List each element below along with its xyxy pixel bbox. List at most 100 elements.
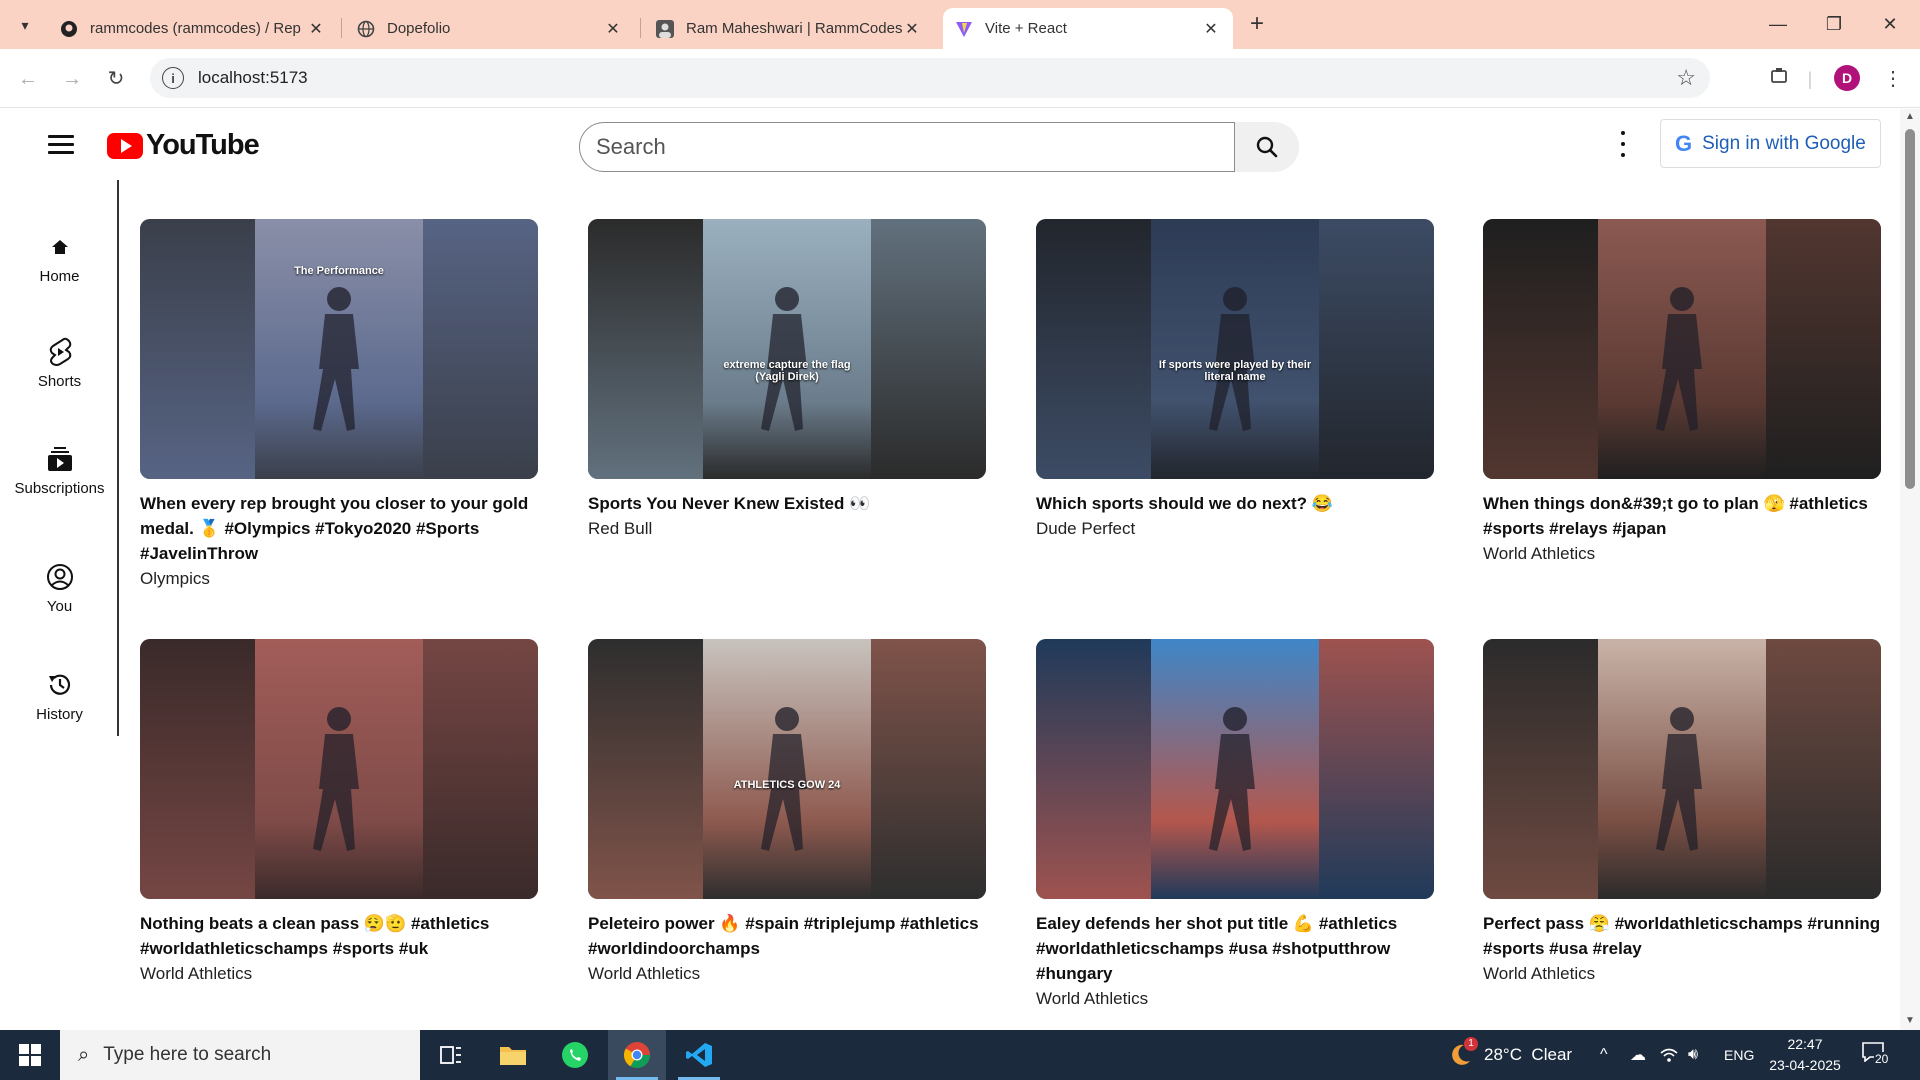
file-explorer-button[interactable] [484,1030,542,1080]
browser-tab-dopefolio[interactable]: Dopefolio ✕ [345,8,635,49]
browser-tab-ram-maheshwari[interactable]: Ram Maheshwari | RammCodes ✕ [644,8,934,49]
video-title[interactable]: Peleteiro power 🔥 #spain #triplejump #at… [588,911,986,961]
browser-tab-vite-react[interactable]: Vite + React ✕ [943,8,1233,49]
forward-button[interactable]: → [56,63,88,95]
thumbnail-frame [255,639,423,899]
subscriptions-icon [0,442,119,476]
restore-button[interactable]: ❐ [1806,8,1862,40]
video-title[interactable]: Ealey defends her shot put title 💪 #athl… [1036,911,1434,986]
video-title[interactable]: Which sports should we do next? 😂 [1036,491,1434,516]
onedrive-cloud-icon[interactable]: ☁ [1630,1030,1646,1080]
channel-name[interactable]: Red Bull [588,516,986,541]
video-thumbnail[interactable] [1036,639,1434,899]
extensions-icon[interactable] [1764,64,1794,94]
video-title[interactable]: Nothing beats a clean pass 😮‍💨🫡 #athleti… [140,911,538,961]
tab-search-chevron-icon[interactable]: ▾ [10,10,40,40]
taskbar-search-box[interactable]: ⌕ Type here to search [60,1030,420,1080]
wifi-icon[interactable] [1660,1030,1678,1080]
video-card[interactable]: The Performance When every rep brought yo… [140,219,538,591]
video-title[interactable]: When every rep brought you closer to you… [140,491,538,566]
minimize-button[interactable]: — [1750,8,1806,40]
youtube-play-icon [107,132,143,159]
address-bar[interactable]: i localhost:5173 ☆ [150,58,1710,98]
site-info-icon[interactable]: i [162,67,184,89]
video-card[interactable]: Nothing beats a clean pass 😮‍💨🫡 #athleti… [140,639,538,986]
video-title[interactable]: Perfect pass 😤 #worldathleticschamps #ru… [1483,911,1881,961]
video-card[interactable]: If sports were played by their literal n… [1036,219,1434,541]
athlete-silhouette [313,287,359,431]
new-tab-button[interactable]: + [1244,12,1270,38]
tab-separator [640,18,641,38]
scrollbar-thumb[interactable] [1905,129,1915,489]
clock-time: 22:47 [1787,1036,1823,1052]
video-thumbnail[interactable]: ATHLETICS GOW 24 [588,639,986,899]
close-tab-icon[interactable]: ✕ [306,19,326,39]
channel-name[interactable]: World Athletics [1483,541,1881,566]
video-title[interactable]: Sports You Never Knew Existed 👀 [588,491,986,516]
channel-name[interactable]: World Athletics [1483,961,1881,986]
task-view-button[interactable] [422,1030,480,1080]
channel-name[interactable]: World Athletics [588,961,986,986]
thumbnail-frame: If sports were played by their literal n… [1151,219,1319,479]
bookmark-star-icon[interactable]: ☆ [1676,65,1696,91]
video-thumbnail[interactable]: extreme capture the flag (Yagli Direk) [588,219,986,479]
whatsapp-button[interactable] [546,1030,604,1080]
weather-widget[interactable]: 1 28°C Clear [1446,1030,1572,1080]
athlete-silhouette [313,707,359,851]
sidebar-item-shorts[interactable]: Shorts [0,335,119,390]
close-tab-icon[interactable]: ✕ [603,19,623,39]
home-icon [0,230,119,264]
chrome-menu-icon[interactable]: ⋮ [1878,64,1908,94]
menu-icon[interactable] [48,135,74,155]
athlete-silhouette [1209,707,1255,851]
channel-name[interactable]: World Athletics [140,961,538,986]
video-card[interactable]: Perfect pass 😤 #worldathleticschamps #ru… [1483,639,1881,986]
channel-name[interactable]: Dude Perfect [1036,516,1434,541]
volume-icon[interactable]: 🔊︎ [1688,1030,1698,1080]
sidebar-item-home[interactable]: Home [0,230,119,285]
sidebar-item-label: Shorts [37,373,82,390]
page-scrollbar[interactable]: ▲ ▼ [1900,109,1920,1030]
video-card[interactable]: When things don&#39;t go to plan 🫣 #athl… [1483,219,1881,566]
google-g-icon: G [1675,130,1693,156]
search-input[interactable]: Search [579,122,1235,172]
reload-button[interactable]: ↻ [100,63,132,95]
windows-taskbar: ⌕ Type here to search 1 28°C Clear ^ ☁ 🔊… [0,1030,1920,1080]
system-clock[interactable]: 22:47 23-04-2025 [1760,1034,1850,1076]
video-thumbnail[interactable] [1483,639,1881,899]
notification-center-button[interactable]: 20 [1862,1042,1902,1068]
sign-in-with-google-button[interactable]: G Sign in with Google [1660,119,1881,168]
video-title[interactable]: When things don&#39;t go to plan 🫣 #athl… [1483,491,1881,541]
video-thumbnail[interactable]: If sports were played by their literal n… [1036,219,1434,479]
channel-name[interactable]: World Athletics [1036,986,1434,1011]
more-options-icon[interactable] [1618,131,1628,157]
close-tab-icon[interactable]: ✕ [902,19,922,39]
search-button[interactable] [1235,122,1299,172]
browser-tab-github[interactable]: rammcodes (rammcodes) / Rep ✕ [48,8,338,49]
youtube-logo[interactable]: YouTube [107,129,260,162]
folder-icon [500,1047,526,1065]
sidebar-item-you[interactable]: You [0,560,119,615]
video-thumbnail[interactable] [140,639,538,899]
video-card[interactable]: extreme capture the flag (Yagli Direk) Sp… [588,219,986,541]
show-hidden-icons-button[interactable]: ^ [1600,1030,1608,1080]
video-thumbnail[interactable]: The Performance [140,219,538,479]
chrome-taskbar-button[interactable] [608,1030,666,1080]
close-window-button[interactable]: ✕ [1862,8,1918,40]
vscode-button[interactable] [670,1030,728,1080]
sidebar-item-label: History [36,706,83,723]
channel-name[interactable]: Olympics [140,566,538,591]
sidebar-item-history[interactable]: History [0,668,119,723]
video-card[interactable]: Ealey defends her shot put title 💪 #athl… [1036,639,1434,1011]
video-card[interactable]: ATHLETICS GOW 24 Peleteiro power 🔥 #spain… [588,639,986,986]
back-button[interactable]: ← [12,63,44,95]
video-thumbnail[interactable] [1483,219,1881,479]
scroll-up-arrow-icon[interactable]: ▲ [1905,111,1915,122]
profile-avatar[interactable]: D [1834,65,1860,91]
toolbar-divider: | [1807,69,1813,89]
windows-start-button[interactable] [0,1030,60,1080]
input-language-indicator[interactable]: ENG [1724,1030,1754,1080]
scroll-down-arrow-icon[interactable]: ▼ [1905,1015,1915,1026]
close-tab-icon[interactable]: ✕ [1201,19,1221,39]
sidebar-item-subscriptions[interactable]: Subscriptions [0,442,119,497]
